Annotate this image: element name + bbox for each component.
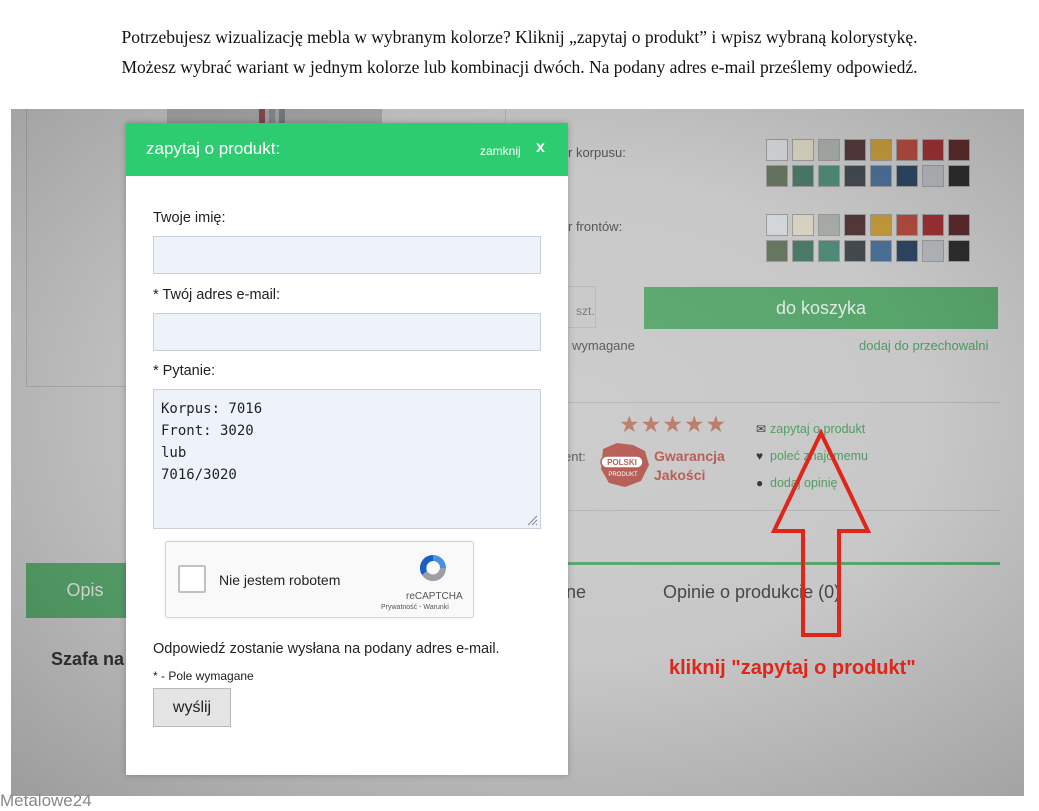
tab-partial[interactable]: ne <box>566 582 586 603</box>
intro-line-2: Możesz wybrać wariant w jednym kolorze l… <box>121 57 918 77</box>
color-swatch[interactable] <box>870 240 892 262</box>
korpus-swatches <box>766 139 970 187</box>
color-swatch[interactable] <box>792 240 814 262</box>
color-swatch[interactable] <box>948 139 970 161</box>
recaptcha-widget: Nie jestem robotem reCAPTCHA Prywatność … <box>165 541 474 618</box>
color-swatch[interactable] <box>922 139 944 161</box>
color-swatch[interactable] <box>818 165 840 187</box>
color-swatch[interactable] <box>766 139 788 161</box>
required-note: wymagane <box>572 338 635 353</box>
color-swatch[interactable] <box>792 139 814 161</box>
annotation-arrow <box>770 429 872 637</box>
color-swatch[interactable] <box>896 139 918 161</box>
color-swatch[interactable] <box>792 214 814 236</box>
front-color-label: r frontów: <box>568 219 623 234</box>
ask-product-modal: zapytaj o produkt: zamknij x Twoje imię:… <box>126 123 568 775</box>
color-swatch[interactable] <box>922 165 944 187</box>
name-label: Twoje imię: <box>153 210 226 226</box>
badge-top-text: POLSKI <box>607 458 637 467</box>
color-swatch[interactable] <box>844 214 866 236</box>
color-swatch[interactable] <box>766 240 788 262</box>
product-image <box>167 109 382 124</box>
badge-bottom-text: PRODUKT <box>608 472 638 478</box>
color-swatch[interactable] <box>818 139 840 161</box>
color-swatch[interactable] <box>818 240 840 262</box>
quantity-unit: szt. <box>576 304 595 318</box>
color-swatch[interactable] <box>896 165 918 187</box>
recaptcha-checkbox[interactable] <box>178 565 206 593</box>
intro-line-1: Potrzebujesz wizualizację mebla w wybran… <box>121 27 918 47</box>
answer-note: Odpowiedź zostanie wysłana na podany adr… <box>153 641 500 657</box>
color-swatch[interactable] <box>844 240 866 262</box>
color-swatch[interactable] <box>870 139 892 161</box>
rating-stars: ★★★★★ <box>619 411 728 437</box>
email-field[interactable] <box>153 313 541 351</box>
intro-text: Potrzebujesz wizualizację mebla w wybran… <box>0 22 1039 82</box>
modal-title: zapytaj o produkt: <box>146 139 281 158</box>
add-to-storage-link[interactable]: dodaj do przechowalni <box>859 338 988 353</box>
color-swatch[interactable] <box>792 165 814 187</box>
color-swatch[interactable] <box>922 240 944 262</box>
question-textarea[interactable]: Korpus: 7016 Front: 3020 lub 7016/3020 <box>153 389 541 529</box>
quality-guarantee: Gwarancja Jakości <box>654 447 725 485</box>
front-swatches <box>766 214 970 262</box>
color-swatch[interactable] <box>844 165 866 187</box>
color-swatch[interactable] <box>896 214 918 236</box>
color-swatch[interactable] <box>870 165 892 187</box>
recaptcha-label: Nie jestem robotem <box>219 572 341 588</box>
color-swatch[interactable] <box>948 165 970 187</box>
recaptcha-brand: reCAPTCHA <box>406 591 463 602</box>
name-field[interactable] <box>153 236 541 274</box>
close-icon[interactable]: x <box>536 139 545 157</box>
email-label: * Twój adres e-mail: <box>153 287 281 303</box>
recaptcha-links[interactable]: Prywatność - Warunki <box>381 604 449 611</box>
annotation-text: kliknij "zapytaj o produkt" <box>669 657 916 679</box>
color-swatch[interactable] <box>766 165 788 187</box>
color-swatch[interactable] <box>870 214 892 236</box>
resize-handle-icon[interactable] <box>526 514 538 526</box>
close-link[interactable]: zamknij <box>480 144 521 158</box>
color-swatch[interactable] <box>896 240 918 262</box>
watermark: Metalowe24 <box>0 791 92 810</box>
product-heading: Szafa na <box>51 649 125 669</box>
color-swatch[interactable] <box>844 139 866 161</box>
color-swatch[interactable] <box>948 240 970 262</box>
required-fields-note: * - Pole wymagane <box>153 669 254 683</box>
quality-guarantee-line2: Jakości <box>654 467 706 483</box>
question-label: * Pytanie: <box>153 363 216 379</box>
polski-produkt-badge: POLSKI PRODUKT <box>600 443 649 487</box>
quality-guarantee-line1: Gwarancja <box>654 448 725 464</box>
question-text: Korpus: 7016 Front: 3020 lub 7016/3020 <box>161 401 263 483</box>
color-swatch[interactable] <box>922 214 944 236</box>
send-button[interactable]: wyślij <box>153 688 231 727</box>
modal-header: zapytaj o produkt: zamknij x <box>126 123 568 176</box>
color-swatch[interactable] <box>948 214 970 236</box>
color-swatch[interactable] <box>818 214 840 236</box>
korpus-color-label: r korpusu: <box>568 145 626 160</box>
color-swatch[interactable] <box>766 214 788 236</box>
divider <box>551 402 1000 403</box>
recaptcha-logo-icon <box>419 554 447 582</box>
add-to-cart-button[interactable]: do koszyka <box>644 287 998 329</box>
